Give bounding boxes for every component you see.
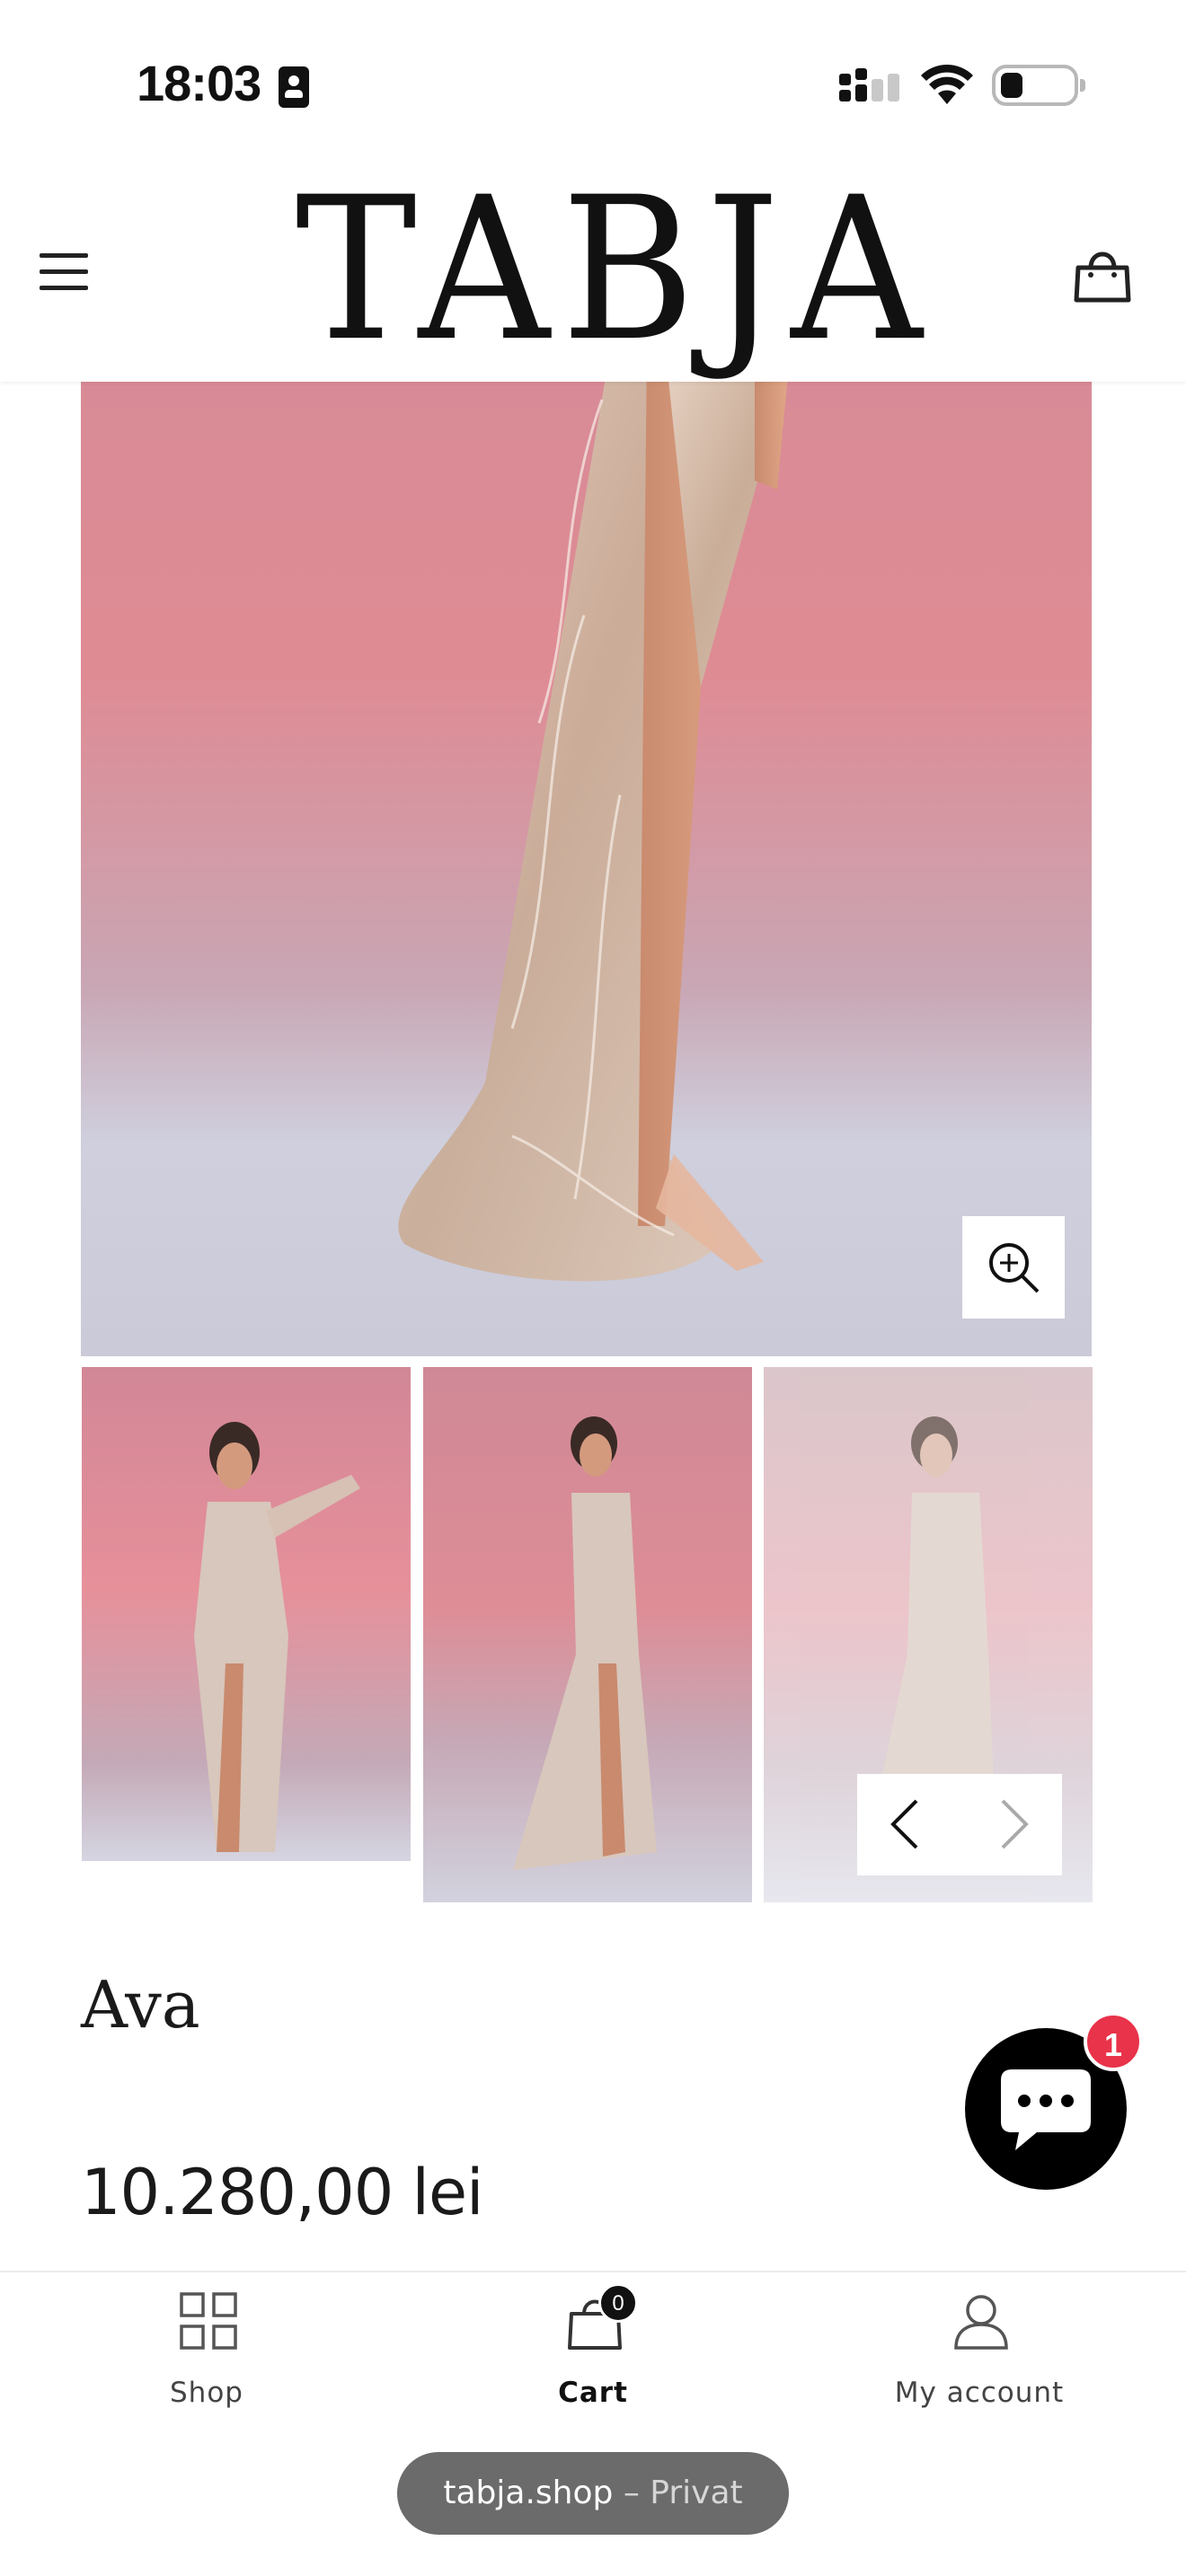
browser-domain: tabja.shop <box>443 2475 614 2511</box>
chevron-left-icon <box>890 1799 918 1849</box>
hamburger-menu-button[interactable] <box>36 246 93 296</box>
product-thumbnail-1[interactable] <box>82 1367 411 1861</box>
nav-cart-badge: 0 <box>598 2283 638 2323</box>
shopping-bag-icon[interactable] <box>1071 243 1134 305</box>
model-silhouette <box>194 1422 360 1852</box>
battery-icon <box>992 65 1085 106</box>
product-price: 10.280,00 lei <box>81 2156 483 2229</box>
site-logo[interactable]: TABJA <box>296 171 923 368</box>
thumbnail-slider-nav <box>857 1774 1062 1875</box>
product-title: Ava <box>81 1967 200 2042</box>
status-bar: 18:03 <box>0 0 1186 162</box>
zoom-button[interactable] <box>962 1216 1065 1319</box>
user-icon <box>954 2295 1008 2350</box>
model-silhouette <box>513 1416 657 1870</box>
wifi-icon <box>921 65 973 104</box>
browser-private-mode: – Privat <box>623 2475 743 2511</box>
product-page: 18:03 TABJA 0 <box>0 0 1186 2576</box>
menu-line <box>40 253 88 258</box>
chat-notification-badge: 1 <box>1084 2012 1143 2071</box>
menu-line <box>40 269 88 274</box>
menu-line <box>40 286 88 290</box>
product-main-image[interactable] <box>81 382 1092 1356</box>
status-time: 18:03 <box>137 55 261 111</box>
chevron-right-icon <box>1001 1799 1029 1849</box>
dress-illustration <box>398 382 788 1282</box>
nav-shop-label: Shop <box>170 2377 243 2409</box>
nav-my-account[interactable]: My account <box>845 2290 1114 2425</box>
slider-prev-button[interactable] <box>857 1774 960 1875</box>
nav-shop[interactable]: Shop <box>72 2290 341 2425</box>
nav-cart-label: Cart <box>558 2377 628 2409</box>
cellular-signal-icon <box>839 68 902 108</box>
grid-icon <box>180 2292 237 2350</box>
nav-account-label: My account <box>894 2377 1065 2409</box>
site-header: TABJA <box>0 162 1186 382</box>
zoom-in-icon <box>989 1243 1040 1293</box>
product-thumbnail-2[interactable] <box>423 1367 752 1902</box>
contact-card-icon <box>279 66 309 108</box>
nav-cart[interactable]: 0 Cart <box>458 2283 728 2425</box>
browser-address-pill[interactable]: tabja.shop – Privat <box>397 2452 789 2535</box>
slider-next-button[interactable] <box>960 1774 1062 1875</box>
